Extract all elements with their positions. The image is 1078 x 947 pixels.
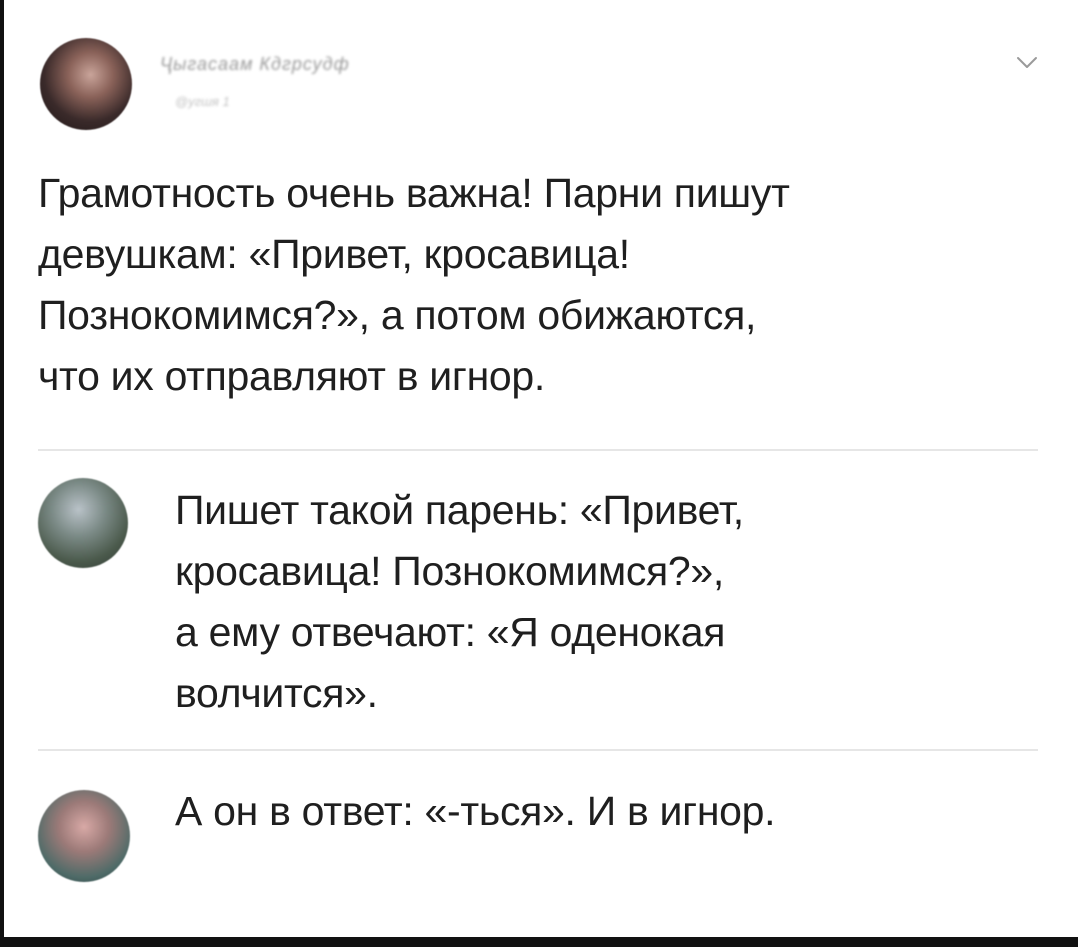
post-text-line: Грамотность очень важна! Парни пишут [38, 170, 790, 216]
post-text: Грамотность очень важна! Парни пишут дев… [38, 163, 1048, 407]
author-name[interactable]: Ҷыгасаам Кдгрсудф [160, 54, 350, 75]
reply-text-line: А он в ответ: «-ться». И в игнор. [175, 788, 776, 834]
author-avatar[interactable] [40, 38, 132, 130]
image-frame-bottom [0, 937, 1078, 947]
reply-text-line: а ему отвечают: «Я оденокая [175, 609, 726, 655]
reply-text-line: кросавица! Познокомимся?», [175, 548, 725, 594]
reply-text: Пишет такой парень: «Привет, кросавица! … [175, 480, 1055, 724]
image-frame-left [0, 0, 4, 947]
reply-text: А он в ответ: «-ться». И в игнор. [175, 781, 1055, 842]
post-text-line: девушкам: «Привет, кросавица! [38, 231, 630, 277]
post-text-line: что их отправляют в игнор. [38, 353, 546, 399]
reply-avatar[interactable] [38, 790, 130, 882]
reply-text-line: волчится». [175, 670, 378, 716]
post-text-line: Познокомимся?», а потом обижаются, [38, 292, 757, 338]
reply-text-line: Пишет такой парень: «Привет, [175, 487, 744, 533]
reply-avatar[interactable] [38, 478, 128, 568]
reply-divider [38, 449, 1038, 451]
author-handle: @угшя 1 [175, 94, 230, 109]
reply-divider [38, 749, 1038, 751]
chevron-down-icon[interactable] [1016, 55, 1038, 71]
